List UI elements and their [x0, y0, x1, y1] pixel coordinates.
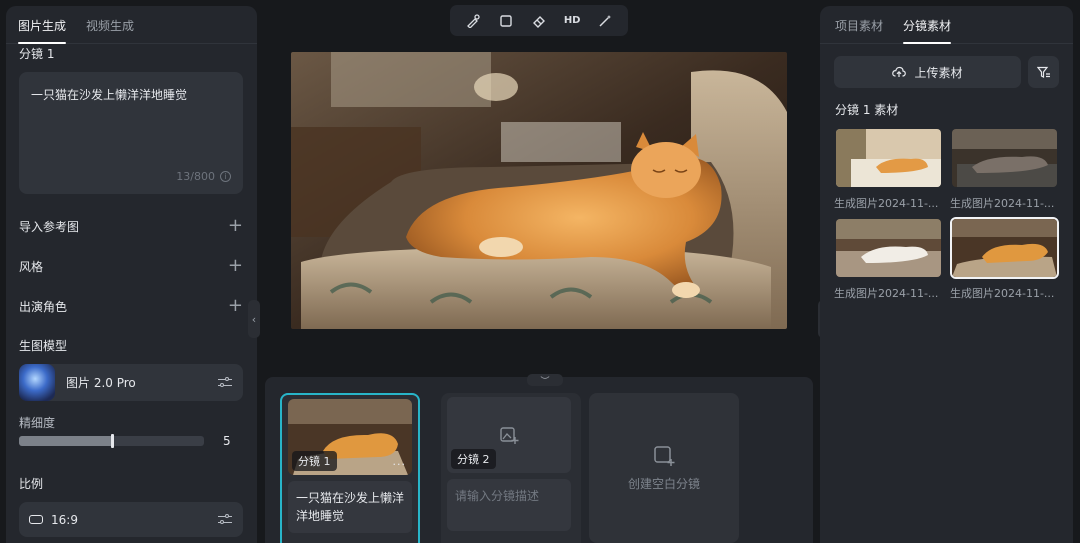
asset-thumbnail [950, 217, 1059, 279]
detail-label: 精细度 [19, 416, 56, 430]
ratio-value: 16:9 [51, 512, 78, 527]
model-section-title: 生图模型 [19, 339, 68, 353]
upload-assets-button[interactable]: 上传素材 [834, 56, 1021, 88]
add-image-icon [500, 427, 519, 444]
eraser-icon[interactable] [528, 10, 550, 32]
asset-thumbnail [834, 217, 943, 279]
create-blank-shot-button[interactable]: 创建空白分镜 [589, 393, 739, 543]
shot-2-thumbnail: 分镜 2 [447, 397, 571, 473]
ref-image-row: 导入参考图 + [19, 217, 243, 235]
right-tabs: 项目素材 分镜素材 [820, 6, 1073, 44]
ref-image-label: 导入参考图 [19, 219, 80, 234]
create-blank-shot-label: 创建空白分镜 [627, 476, 700, 491]
storyboard-panel: ︶ 分镜 1 ··· 一只猫在沙发上懒洋洋地睡觉 分镜 2 请输入分镜描述 创建… [265, 374, 813, 543]
prompt-counter: 13/800 i [176, 170, 231, 183]
add-style-plus-icon[interactable]: + [228, 257, 243, 275]
model-name: 图片 2.0 Pro [66, 376, 136, 390]
model-settings-sliders-icon[interactable] [217, 376, 233, 390]
brush-icon[interactable] [462, 10, 484, 32]
model-selector[interactable]: 图片 2.0 Pro [19, 364, 243, 401]
crop-icon[interactable] [495, 10, 517, 32]
detail-value: 5 [223, 434, 231, 448]
prompt-counter-value: 13/800 [176, 170, 215, 183]
asset-thumbnail [950, 127, 1059, 189]
tab-shot-assets[interactable]: 分镜素材 [903, 17, 952, 44]
shot-assets-title: 分镜 1 素材 [835, 103, 899, 117]
generated-image-preview[interactable] [291, 52, 787, 329]
asset-item[interactable]: 生成图片2024-11-... [950, 127, 1059, 211]
tab-image-generation[interactable]: 图片生成 [18, 17, 67, 44]
asset-thumbnail [834, 127, 943, 189]
right-panel: 项目素材 分镜素材 上传素材 分镜 1 素材 生成图片2024-11-... 生… [820, 6, 1073, 543]
magic-wand-icon[interactable] [594, 10, 616, 32]
collapse-storyboard-chevron-icon[interactable]: ︶ [527, 374, 563, 387]
asset-caption: 生成图片2024-11-... [950, 197, 1055, 210]
left-panel: 图片生成 视频生成 分镜 1 一只猫在沙发上懒洋洋地睡觉 13/800 i 导入… [6, 6, 257, 543]
model-thumbnail [19, 364, 55, 401]
detail-slider[interactable] [19, 434, 204, 448]
detail-slider-thumb[interactable] [110, 434, 114, 448]
left-tabs: 图片生成 视频生成 [6, 6, 257, 44]
shot-1-more-icon[interactable]: ··· [393, 458, 407, 471]
storyboard-shot-1[interactable]: 分镜 1 ··· 一只猫在沙发上懒洋洋地睡觉 [280, 393, 420, 543]
tab-video-generation[interactable]: 视频生成 [86, 17, 134, 43]
ratio-settings-sliders-icon[interactable] [217, 513, 233, 527]
shot-2-description-input[interactable]: 请输入分镜描述 [447, 479, 571, 531]
aspect-ratio-icon [29, 515, 43, 524]
image-toolbar: HD [450, 5, 628, 36]
prompt-input[interactable]: 一只猫在沙发上懒洋洋地睡觉 13/800 i [19, 72, 243, 194]
style-label: 风格 [19, 259, 44, 274]
asset-caption: 生成图片2024-11-... [834, 287, 939, 300]
shot-1-label: 分镜 1 [292, 451, 337, 471]
shot-1-thumbnail: 分镜 1 ··· [288, 399, 412, 475]
detail-slider-fill [19, 436, 112, 446]
add-cast-plus-icon[interactable]: + [228, 297, 243, 315]
info-icon[interactable]: i [220, 171, 231, 182]
collapse-left-panel-button[interactable]: ‹ [248, 300, 260, 338]
asset-item-selected[interactable]: 生成图片2024-11-... [950, 217, 1059, 301]
filter-button[interactable] [1028, 56, 1059, 88]
cloud-upload-icon [892, 66, 907, 77]
ratio-section-title: 比例 [19, 477, 44, 491]
add-blank-shot-icon [654, 445, 675, 466]
shot-1-description[interactable]: 一只猫在沙发上懒洋洋地睡觉 [288, 481, 412, 533]
cast-label: 出演角色 [19, 299, 68, 314]
ratio-selector[interactable]: 16:9 [19, 502, 243, 537]
shot-title: 分镜 1 [19, 47, 55, 61]
cast-row: 出演角色 + [19, 297, 243, 315]
storyboard-shot-2[interactable]: 分镜 2 请输入分镜描述 [441, 393, 581, 543]
filter-icon [1036, 66, 1050, 78]
app-window: 图片生成 视频生成 分镜 1 一只猫在沙发上懒洋洋地睡觉 13/800 i 导入… [0, 0, 1080, 543]
asset-caption: 生成图片2024-11-... [950, 287, 1055, 300]
add-ref-image-plus-icon[interactable]: + [228, 217, 243, 235]
tab-project-assets[interactable]: 项目素材 [835, 17, 883, 43]
upload-assets-label: 上传素材 [914, 65, 963, 80]
shot-2-label: 分镜 2 [451, 449, 496, 469]
style-row: 风格 + [19, 257, 243, 275]
prompt-text[interactable]: 一只猫在沙发上懒洋洋地睡觉 [31, 86, 231, 103]
hd-upscale-button[interactable]: HD [561, 10, 583, 32]
asset-caption: 生成图片2024-11-... [834, 197, 939, 210]
asset-item[interactable]: 生成图片2024-11-... [834, 127, 943, 211]
asset-item[interactable]: 生成图片2024-11-... [834, 217, 943, 301]
